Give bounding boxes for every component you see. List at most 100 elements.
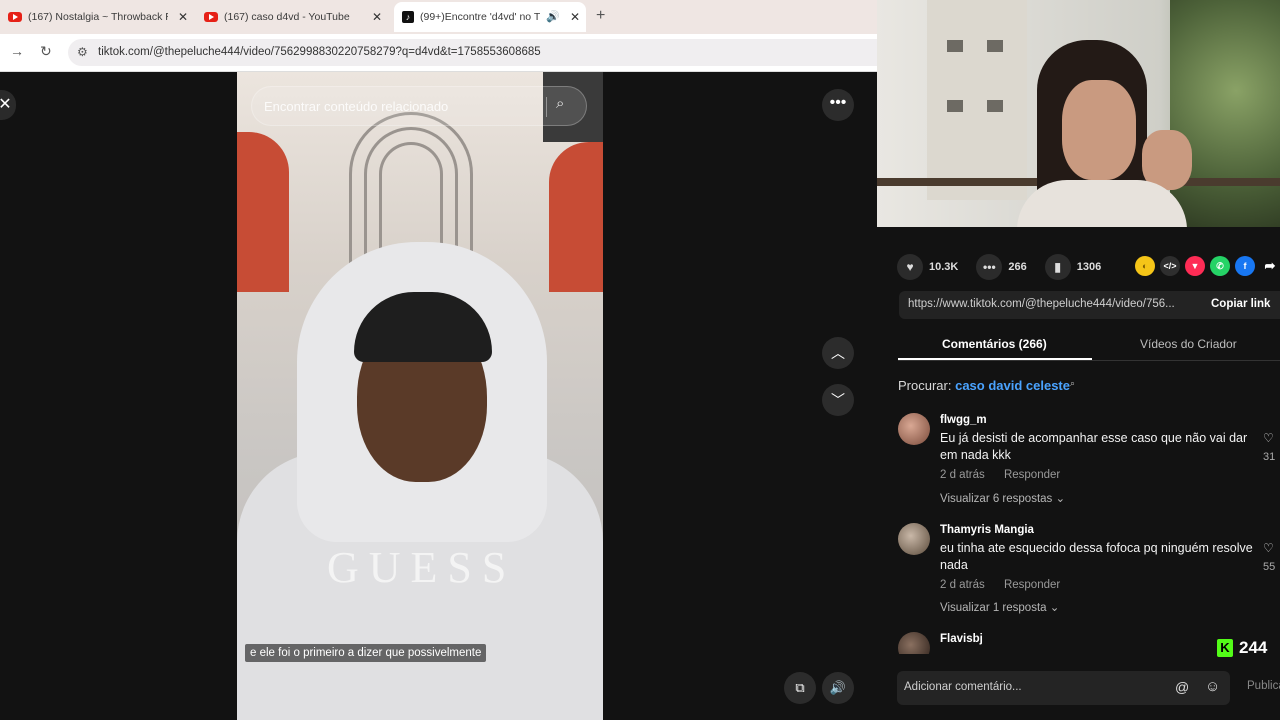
url-text: tiktok.com/@thepeluche444/video/75629988… [98,46,541,58]
volume-icon[interactable]: 🔊 [822,672,854,704]
tab-label: (99+)Encontre 'd4vd' no Tik [420,11,540,23]
comment-username[interactable]: Flavisbj [940,633,983,645]
tab-caso-d4vd[interactable]: (167) caso d4vd - YouTube ✕ [204,2,388,32]
youtube-icon [8,12,22,22]
comment-time: 2 d atrás [940,579,985,591]
building [927,0,1027,200]
search-icon[interactable]: ⌕ [556,95,564,112]
comment-meta: 2 d atrás Responder [940,579,1060,591]
tab-tiktok-active[interactable]: ♪ (99+)Encontre 'd4vd' no Tik 🔊 ✕ [394,2,586,32]
heart-icon: ♥ [897,254,923,280]
video-stats: ♥ 10.3K ••• 266 ▮ 1306 [897,254,1119,280]
emoji-icon[interactable]: ☺ [1205,678,1220,695]
comment-like-icon[interactable]: ♡ [1263,541,1274,555]
view-replies-button[interactable]: Visualizar 1 resposta ⌄ [940,600,1059,614]
comments-panel: ♥ 10.3K ••• 266 ▮ 1306 ◐ </> ▼ ✆ f ➦ htt… [877,227,1280,720]
youtube-icon [204,12,218,22]
comment-count: 266 [1008,261,1027,273]
comment-item: flwgg_m Eu já desisti de acompanhar esse… [898,413,1280,513]
view-replies-button[interactable]: Visualizar 6 respostas ⌄ [940,491,1065,505]
share-link-row: https://www.tiktok.com/@thepeluche444/vi… [899,291,1280,319]
search-suggestion-query[interactable]: caso david celeste [955,378,1070,393]
embed-icon[interactable]: </> [1160,256,1180,276]
related-search-input[interactable]: Encontrar conteúdo relacionado ⌕ [251,86,587,126]
comment-text: Eu já desisti de acompanhar esse caso qu… [940,431,1248,462]
search-suggestion[interactable]: Procurar: caso david celeste⌕ [898,378,1075,393]
streamer-shirt [1017,180,1187,227]
video-caption: e ele foi o primeiro a dizer que possive… [245,644,487,662]
comment-time: 2 d atrás [940,469,985,481]
facebook-icon[interactable]: f [1235,256,1255,276]
comment-username[interactable]: Thamyris Mangia [940,524,1034,536]
copy-link-button[interactable]: Copiar link [1211,298,1270,310]
address-bar: → ↻ ⚙ tiktok.com/@thepeluche444/video/75… [0,34,877,72]
bookmark-icon: ▮ [1044,254,1071,280]
share-arrow-icon[interactable]: ➦ [1260,256,1280,276]
webcam-overlay [877,0,1280,227]
window [987,40,1003,52]
close-tab-icon[interactable]: ✕ [178,10,188,24]
tab-comments[interactable]: Comentários (266) [942,337,1047,351]
reply-button[interactable]: Responder [1004,469,1060,481]
comment-like-count: 55 [1263,561,1276,573]
search-placeholder: Encontrar conteúdo relacionado [264,99,449,114]
comment-placeholder: Adicionar comentário... [904,681,1022,693]
share-options: ◐ </> ▼ ✆ f ➦ [1135,256,1280,276]
tab-creator-videos[interactable]: Vídeos do Criador [1140,337,1237,351]
background-art [237,132,289,292]
comment-item: Thamyris Mangia eu tinha ate esquecido d… [898,523,1280,623]
comment-text: eu tinha ate esquecido dessa fofoca pq n… [940,541,1253,572]
search-suggestion-prefix: Procurar: [898,378,952,393]
comment-icon: ••• [976,254,1003,280]
tiktok-icon: ♪ [402,11,414,23]
close-tab-icon[interactable]: ✕ [372,10,382,24]
shirt-logo: GUESS [327,543,517,592]
chevron-down-icon: ⌄ [1049,602,1060,614]
kick-logo-icon: K [1217,639,1233,657]
mini-player-icon[interactable]: ⧉ [784,672,816,704]
new-tab-button[interactable]: + [596,7,605,25]
like-button[interactable]: ♥ 10.3K [897,254,958,280]
window [947,40,963,52]
next-video-button[interactable]: ﹀ [822,384,854,416]
whatsapp-icon[interactable]: ✆ [1210,256,1230,276]
tab-label: (167) caso d4vd - YouTube [224,11,350,23]
mention-icon[interactable]: @ [1175,679,1189,695]
background-art [549,142,603,292]
tab-nostalgia[interactable]: (167) Nostalgia ~ Throwback R ✕ [8,2,194,32]
comment-input[interactable]: Adicionar comentário... @ ☺ [897,671,1230,705]
previous-video-button[interactable]: ︿ [822,337,854,369]
save-button[interactable]: ▮ 1306 [1044,254,1101,280]
comment-button[interactable]: ••• 266 [976,254,1027,280]
divider [546,97,547,117]
viewer-count: 244 [1239,638,1268,657]
avatar[interactable] [898,413,930,445]
close-tab-icon[interactable]: ✕ [570,10,580,24]
speaker-icon[interactable]: 🔊 [546,10,560,23]
share-link-url: https://www.tiktok.com/@thepeluche444/vi… [908,298,1175,310]
comment-like-count: 31 [1263,451,1276,463]
url-field[interactable]: ⚙ tiktok.com/@thepeluche444/video/756299… [68,39,877,66]
window [987,100,1003,112]
close-video-icon[interactable]: ✕ [0,90,16,120]
screen: (167) Nostalgia ~ Throwback R ✕ (167) ca… [0,0,1280,720]
avatar[interactable] [898,632,930,654]
panel-tabs: Comentários (266) Vídeos do Criador [898,327,1280,361]
forward-arrow-icon[interactable]: → [10,43,24,59]
tiktok-coin-icon[interactable]: ◐ [1135,256,1155,276]
view-replies-label: Visualizar 6 respostas [940,493,1053,505]
video-player[interactable]: GUESS Encontrar conteúdo relacionado ⌕ e… [237,72,603,720]
reload-icon[interactable]: ↻ [40,43,52,60]
reply-button[interactable]: Responder [1004,579,1060,591]
site-settings-icon[interactable]: ⚙ [77,45,88,59]
chevron-down-icon: ⌄ [1055,493,1066,505]
publish-button[interactable]: Publica [1247,680,1280,692]
trees [1170,0,1280,227]
comment-username[interactable]: flwgg_m [940,414,987,426]
send-icon[interactable]: ▼ [1185,256,1205,276]
more-options-icon[interactable]: ••• [822,89,854,121]
tab-label: (167) Nostalgia ~ Throwback R [28,11,168,23]
avatar[interactable] [898,523,930,555]
comment-like-icon[interactable]: ♡ [1263,431,1274,445]
kick-viewer-badge: K 244 [1217,638,1267,658]
